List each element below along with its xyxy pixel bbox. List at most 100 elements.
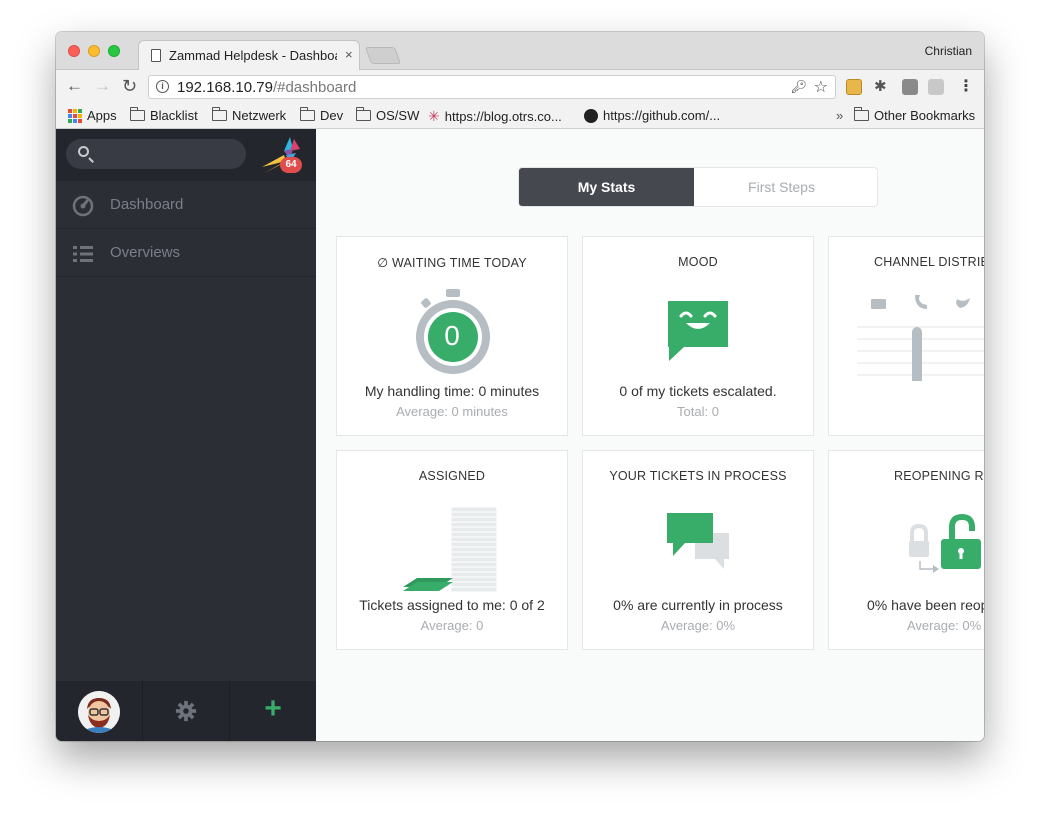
sidebar: 64 Dashboard Overviews +: [56, 129, 316, 741]
overviews-list-icon: [73, 246, 93, 262]
bookmark-otrs-blog[interactable]: ✳ https://blog.otrs.co...: [428, 108, 562, 125]
stat-card-mood: MOOD 0 of my tickets escalated. Total: 0: [582, 236, 814, 436]
dashboard-gauge-icon: [72, 195, 94, 217]
dashboard-main: My Stats First Steps ∅ WAITING TIME TODA…: [316, 129, 984, 741]
chat-bubbles-icon: [667, 513, 729, 569]
minimize-window-button[interactable]: [88, 45, 100, 57]
card-sub-text: Average: 0%: [907, 618, 982, 633]
tab-first-steps[interactable]: First Steps: [694, 168, 869, 206]
card-title: CHANNEL DISTRIBUTION: [874, 255, 984, 269]
bookmark-label: Dev: [320, 108, 344, 123]
twitter-icon: [956, 298, 970, 308]
tab-my-stats[interactable]: My Stats: [519, 168, 694, 206]
card-main-text: 0 of my tickets escalated.: [619, 383, 777, 399]
browser-window: Zammad Helpdesk - Dashboard × Christian …: [56, 32, 984, 741]
stat-card-reopening-rate: REOPENING RATE 0% have been reopened Ave…: [828, 450, 984, 650]
bookmark-label: Apps: [87, 108, 117, 123]
bookmark-label: Blacklist: [150, 108, 198, 123]
card-main-text: Tickets assigned to me: 0 of 2: [359, 597, 545, 613]
url-path: /#dashboard: [272, 79, 357, 96]
stat-card-tickets-in-process: YOUR TICKETS IN PROCESS 0% are currently…: [582, 450, 814, 650]
url-host: 192.168.10.79: [177, 79, 273, 96]
folder-icon: [212, 107, 227, 121]
bookmark-label: https://github.com/...: [603, 108, 721, 123]
card-main-text: 0% are currently in process: [613, 597, 783, 613]
otrs-icon: ✳: [428, 108, 440, 124]
bookmark-star-icon[interactable]: ☆: [814, 77, 828, 97]
card-title: ∅ WAITING TIME TODAY: [377, 256, 527, 270]
bookmark-netzwerk[interactable]: Netzwerk: [212, 107, 286, 123]
happy-chat-icon: [668, 301, 728, 361]
folder-icon: [130, 107, 145, 121]
reopen-lock-icon: [909, 513, 981, 573]
avatar[interactable]: [78, 691, 120, 733]
sidebar-search-area: 64: [56, 129, 316, 181]
tab-close-icon[interactable]: ×: [345, 47, 353, 62]
tab-title: Zammad Helpdesk - Dashboard: [169, 48, 337, 63]
sidebar-item-label: Overviews: [110, 244, 181, 261]
bookmark-dev[interactable]: Dev: [300, 107, 344, 123]
card-sub-text: Average: 0: [420, 618, 484, 633]
stat-card-channel-distribution: CHANNEL DISTRIBUTION: [828, 236, 984, 436]
profile-name[interactable]: Christian: [925, 44, 972, 58]
bookmark-label: https://blog.otrs.co...: [444, 109, 562, 124]
card-title: MOOD: [678, 255, 718, 269]
sidebar-bottom-bar: +: [56, 681, 316, 741]
settings-button[interactable]: [143, 681, 230, 741]
new-tab-button[interactable]: [364, 47, 402, 64]
apps-grid-icon: [68, 108, 82, 123]
card-main-text: My handling time: 0 minutes: [364, 383, 540, 399]
card-title: REOPENING RATE: [894, 469, 984, 483]
stat-card-assigned: ASSIGNED Tickets assigned to me: 0 of 2 …: [336, 450, 568, 650]
sidebar-item-label: Dashboard: [110, 196, 184, 213]
address-bar[interactable]: i 192.168.10.79/#dashboard 🔑︎ ☆: [148, 75, 836, 99]
site-info-icon[interactable]: i: [156, 80, 169, 93]
key-icon[interactable]: 🔑︎: [790, 79, 807, 95]
email-icon: [871, 299, 886, 309]
dashboard-tab-switch: My Stats First Steps: [518, 167, 878, 207]
notification-badge[interactable]: 64: [280, 157, 302, 173]
waiting-time-value: 0: [444, 320, 460, 351]
url-text[interactable]: 192.168.10.79/#dashboard: [177, 79, 356, 96]
bookmarks-bar: Apps Blacklist Netzwerk Dev OS/SW ✳ http…: [56, 104, 984, 129]
extension-ruler-icon[interactable]: [846, 79, 862, 95]
fullscreen-window-button[interactable]: [108, 45, 120, 57]
user-menu[interactable]: [56, 681, 143, 741]
bookmarks-overflow-button[interactable]: »: [836, 108, 843, 123]
stat-card-waiting-time: ∅ WAITING TIME TODAY 0 My handling time:…: [336, 236, 568, 436]
extension-gray-icon[interactable]: [928, 79, 944, 95]
ticket-stack-icon: [403, 506, 498, 593]
bookmark-label: Other Bookmarks: [874, 108, 976, 123]
bookmark-other-bookmarks[interactable]: Other Bookmarks: [854, 107, 976, 123]
card-sub-text: Average: 0%: [660, 618, 736, 633]
phone-icon: [915, 295, 927, 309]
new-ticket-button[interactable]: +: [230, 681, 316, 741]
browser-menu-icon[interactable]: ⋮: [958, 76, 974, 95]
bookmark-apps[interactable]: Apps: [68, 108, 117, 123]
card-main-text: 0% have been reopened: [867, 597, 984, 613]
card-title: ASSIGNED: [418, 469, 486, 483]
forward-button[interactable]: →: [94, 76, 111, 96]
bookmark-blacklist[interactable]: Blacklist: [130, 107, 198, 123]
search-icon: [78, 146, 89, 157]
bookmark-label: OS/SW: [376, 108, 420, 123]
sidebar-item-overviews[interactable]: Overviews: [56, 230, 316, 277]
extension-bug-icon[interactable]: ✱: [874, 77, 890, 95]
sidebar-item-dashboard[interactable]: Dashboard: [56, 182, 316, 229]
search-input[interactable]: [66, 139, 246, 169]
folder-icon: [300, 107, 315, 121]
plus-icon: +: [264, 692, 282, 725]
tab-strip: Zammad Helpdesk - Dashboard × Christian: [56, 32, 984, 70]
card-sub-text: Average: 0 minutes: [396, 404, 508, 419]
reload-button[interactable]: ↻: [122, 76, 137, 96]
browser-tab-active[interactable]: Zammad Helpdesk - Dashboard ×: [138, 40, 360, 70]
back-button[interactable]: ←: [66, 76, 83, 96]
close-window-button[interactable]: [68, 45, 80, 57]
page-icon: [151, 49, 161, 62]
card-sub-text: Total: 0: [677, 404, 719, 419]
card-title: YOUR TICKETS IN PROCESS: [609, 469, 787, 483]
bookmark-github[interactable]: https://github.com/...: [584, 108, 720, 123]
gear-icon: [175, 700, 197, 722]
extension-square-icon[interactable]: [902, 79, 918, 95]
bookmark-ossw[interactable]: OS/SW: [356, 107, 420, 123]
